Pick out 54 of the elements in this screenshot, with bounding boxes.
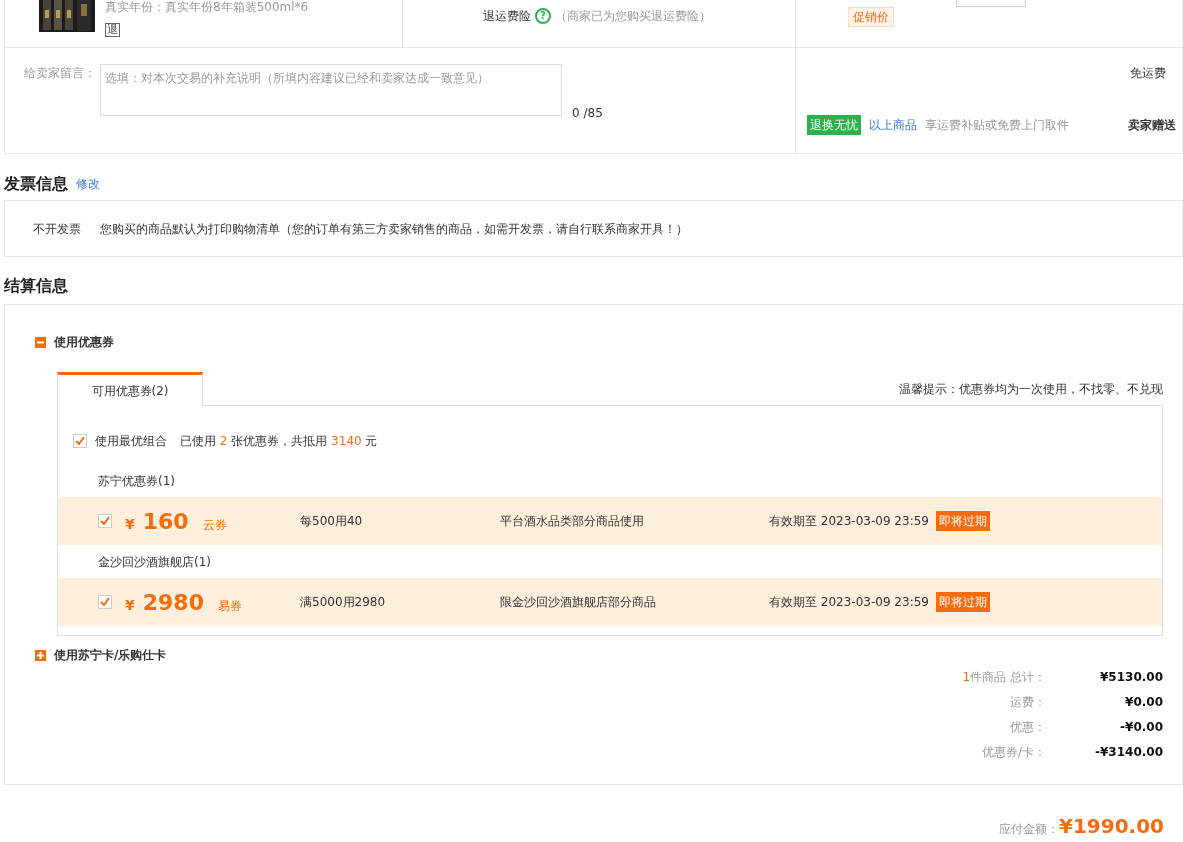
invoice-note: 您购买的商品默认为打印购物清单（您的订单有第三方卖家销售的商品，如需开发票，请自行联系商家开具！） xyxy=(100,220,688,238)
char-counter: 0 /85 xyxy=(572,105,603,122)
message-label: 给卖家留言： xyxy=(24,65,96,82)
checkbox[interactable] xyxy=(98,595,112,609)
coupon-row[interactable]: ¥ 160 云券 每500用40 平台酒水品类部分商品使用 有效期至 2023-03-09 23:59 即将过期 xyxy=(58,497,1162,545)
coupon-rule: 满5000用2980 xyxy=(300,594,387,611)
coupon-amount: ¥ 2980 易券 xyxy=(125,588,243,617)
promo-tag: 促销价 xyxy=(848,7,894,27)
coupon-amount: ¥ 160 云券 xyxy=(125,507,228,536)
summary-label: 运费： xyxy=(1009,694,1046,711)
seller-gift: 卖家赠送 xyxy=(1128,117,1176,134)
items-link[interactable]: 以上商品 xyxy=(869,116,917,134)
checkbox[interactable] xyxy=(73,434,87,448)
edit-link[interactable]: 修改 xyxy=(76,175,100,193)
coupon-scope: 平台酒水品类部分商品使用 xyxy=(500,513,645,530)
invoice-type: 不开发票 xyxy=(33,220,81,238)
coupon-row[interactable]: ¥ 2980 易券 满5000用2980 限金沙回沙酒旗舰店部分商品 有效期至 2023-03-09 23:59 即将过期 xyxy=(58,578,1162,626)
quantity-field[interactable] xyxy=(956,0,1026,7)
checkbox[interactable] xyxy=(98,514,112,528)
section-title: 发票信息 xyxy=(4,173,68,195)
summary-label: 优惠券/卡： xyxy=(980,744,1046,761)
summary-value: ¥0.00 xyxy=(1124,694,1163,711)
service-badge: 退换无忧 xyxy=(807,115,861,135)
payable-label: 应付金额： xyxy=(999,821,1059,838)
coupon-tip: 温馨提示：优惠券均为一次使用，不找零、不兑现 xyxy=(899,381,1163,398)
coupon-rule: 每500用40 xyxy=(300,513,364,530)
store-name: 金沙回沙酒旗舰店(1) xyxy=(97,554,212,571)
section-toggle[interactable]: 使用苏宁卡/乐购仕卡 xyxy=(54,646,167,664)
coupon-validity: 有效期至 2023-03-09 23:59 xyxy=(769,513,929,530)
return-badge: 退 xyxy=(105,23,120,37)
expand-icon[interactable] xyxy=(35,649,46,661)
message-field[interactable]: 选填：对本次交易的补充说明（所填内容建议已经和卖家达成一致意见） xyxy=(100,64,562,116)
coupon-scope: 限金沙回沙酒旗舰店部分商品 xyxy=(500,594,657,611)
summary-value: ¥5130.00 xyxy=(1099,669,1163,686)
summary-label: 1件商品 总计： xyxy=(961,669,1046,686)
expiry-tag: 即将过期 xyxy=(935,511,990,531)
service-note: 享运费补贴或免费上门取件 xyxy=(925,117,1069,134)
insurance-note: （商家已为您购买退运费险） xyxy=(555,8,711,25)
shipping-fee: 免运费 xyxy=(1130,65,1166,82)
summary-value: -¥0.00 xyxy=(1119,719,1163,736)
coupon-summary: 已使用 2 张优惠券，共抵用 3140 元 xyxy=(180,433,378,450)
product-spec: 真实年份：真实年份8年箱装500ml*6 xyxy=(105,0,309,16)
section-toggle[interactable]: 使用优惠券 xyxy=(54,333,114,351)
coupon-validity: 有效期至 2023-03-09 23:59 xyxy=(769,594,929,611)
expiry-tag: 即将过期 xyxy=(935,592,990,612)
coupon-tab[interactable]: 可用优惠券(2) xyxy=(57,372,203,406)
summary-value: -¥3140.00 xyxy=(1094,744,1163,761)
summary-label: 优惠： xyxy=(1009,719,1046,736)
collapse-icon[interactable] xyxy=(35,336,46,348)
insurance-label: 退运费险 xyxy=(483,8,531,25)
store-name: 苏宁优惠券(1) xyxy=(97,473,176,490)
payable-amount: ¥1990.00 xyxy=(1059,813,1164,840)
best-combo-label: 使用最优组合 xyxy=(95,433,167,450)
section-title: 结算信息 xyxy=(4,276,68,295)
